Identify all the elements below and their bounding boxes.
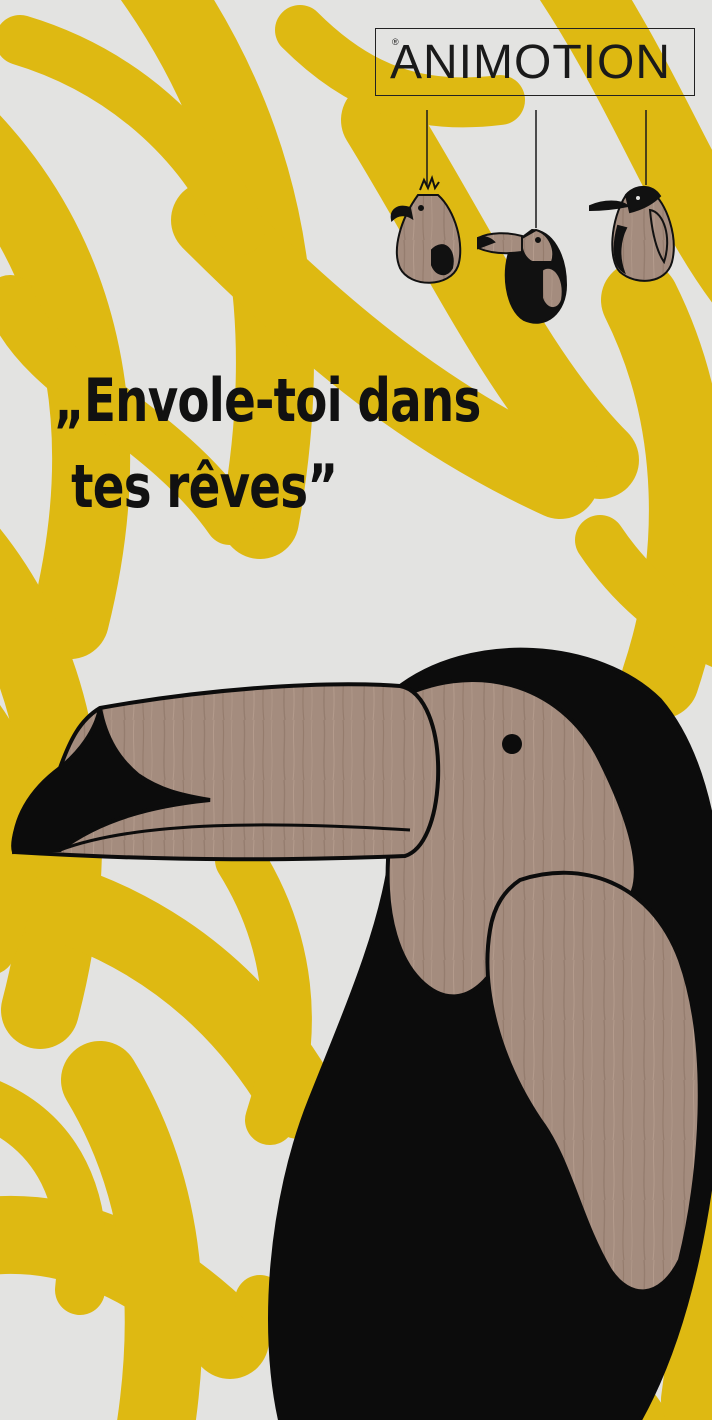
headline: „Envole-toi dans tes rêves” (54, 358, 491, 530)
headline-line-1: „Envole-toi dans (54, 366, 481, 436)
headline-line-2: tes rêves” (71, 452, 338, 522)
background-pattern (0, 0, 712, 1420)
brand-name: ANIMOTION (390, 36, 671, 89)
poster: ® ANIMOTION „Envole-toi dans tes rêves” (0, 0, 712, 1420)
brand-logo: ® ANIMOTION (375, 28, 695, 96)
